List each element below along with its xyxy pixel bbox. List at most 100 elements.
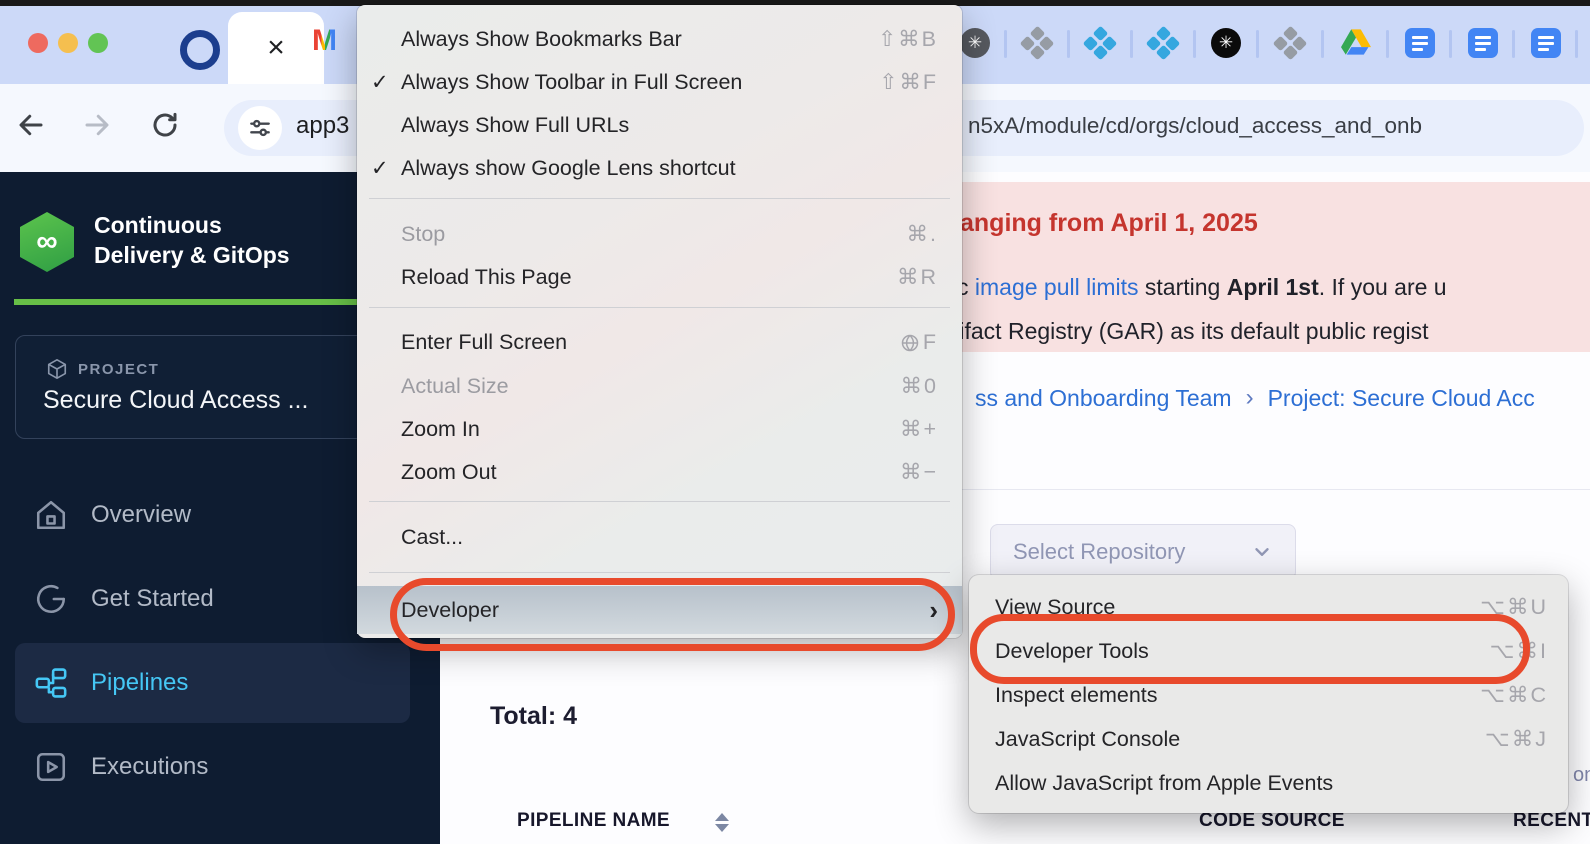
reload-button[interactable] (150, 110, 180, 140)
site-settings-button[interactable] (238, 106, 282, 150)
chatgpt-tab-icon[interactable]: ✳ (1211, 28, 1241, 58)
project-selector-card[interactable]: PROJECT Secure Cloud Access ... (15, 335, 408, 439)
sidebar-item-label: Pipelines (91, 669, 188, 697)
sidebar-item-executions[interactable]: Executions (15, 727, 410, 807)
google-drive-tab-icon[interactable] (1341, 28, 1371, 58)
gmail-tab-icon[interactable]: M (312, 24, 337, 58)
forward-arrow-icon (82, 110, 112, 140)
sort-icon[interactable] (714, 811, 730, 835)
url-text-left: app3 (296, 112, 349, 140)
google-docs-tab-icon[interactable] (1531, 28, 1561, 58)
harness-tab-icon[interactable] (1275, 28, 1305, 58)
tab-separator (1321, 30, 1324, 58)
window-close-button[interactable] (28, 33, 48, 53)
tab-separator (1130, 30, 1133, 58)
menu-item-always-show-bookmarks-bar[interactable]: Always Show Bookmarks Bar ⇧⌘B (357, 18, 962, 61)
menu-item-always-show-google-lens-shortcut[interactable]: ✓ Always show Google Lens shortcut (357, 147, 962, 190)
forward-button[interactable] (82, 110, 112, 140)
chatgpt-tab-icon[interactable]: ✳ (960, 28, 990, 58)
sidebar-item-services[interactable]: Services (15, 826, 410, 844)
menu-item-label: Always Show Toolbar in Full Screen (401, 70, 742, 95)
menu-item-label: Always Show Bookmarks Bar (401, 27, 682, 52)
menu-item-zoom-in[interactable]: Zoom In ⌘+ (357, 408, 962, 451)
banner-link[interactable]: image pull limits (975, 274, 1139, 300)
banner-text: . If you are u (1319, 274, 1447, 300)
banner-text: starting (1139, 274, 1227, 300)
menu-item-zoom-out[interactable]: Zoom Out ⌘− (357, 451, 962, 494)
window-zoom-button[interactable] (88, 33, 108, 53)
harness-icon (1022, 28, 1052, 58)
sidebar-item-label: Get Started (91, 585, 214, 613)
google-docs-tab-icon[interactable] (1405, 28, 1435, 58)
banner-line-2: tifact Registry (GAR) as its default pub… (953, 318, 1429, 345)
menu-shortcut: F (900, 330, 938, 355)
harness-icon (1085, 28, 1115, 58)
menu-item-label: JavaScript Console (995, 727, 1180, 752)
menu-shortcut: ⇧⌘F (879, 70, 938, 95)
docs-icon (1405, 28, 1435, 58)
menu-shortcut: ⌘R (897, 265, 938, 290)
tab-separator (1449, 30, 1452, 58)
repository-select[interactable]: Select Repository (990, 524, 1296, 580)
openai-icon: ✳ (960, 28, 990, 58)
reload-icon (150, 110, 180, 140)
sidebar-item-get-started[interactable]: Get Started (15, 559, 410, 639)
sidebar-item-overview[interactable]: Overview (15, 475, 410, 555)
harness-tab-icon[interactable] (1148, 28, 1178, 58)
sidebar-item-label: Executions (91, 753, 208, 781)
docs-icon (1468, 28, 1498, 58)
menu-item-label: Zoom Out (401, 460, 497, 485)
checkmark-icon: ✓ (371, 156, 389, 181)
tune-icon (247, 115, 273, 141)
window-minimize-button[interactable] (58, 33, 78, 53)
harness-icon (1275, 28, 1305, 58)
column-header-pipeline-name[interactable]: PIPELINE NAME (517, 810, 670, 832)
menu-item-reload-this-page[interactable]: Reload This Page ⌘R (357, 256, 962, 299)
repository-select-value: Select Repository (1013, 539, 1185, 565)
browser-view-menu: Always Show Bookmarks Bar ⇧⌘B ✓ Always S… (357, 5, 962, 638)
tab-separator (1193, 30, 1196, 58)
menu-item-label: Always Show Full URLs (401, 113, 629, 138)
menu-item-label: Stop (401, 222, 445, 247)
column-header-recent: RECENT (1513, 810, 1590, 832)
tab-separator (1256, 30, 1259, 58)
menu-item-cast[interactable]: Cast... (357, 516, 962, 559)
sidebar-item-pipelines[interactable]: Pipelines (15, 643, 410, 723)
menu-item-enter-full-screen[interactable]: Enter Full Screen F (357, 321, 962, 364)
google-docs-tab-icon[interactable] (1468, 28, 1498, 58)
menu-shortcut: ⌥⌘C (1480, 683, 1548, 708)
menu-shortcut: ⌘− (900, 460, 938, 485)
tab-separator (1067, 30, 1070, 58)
annotation-oval-developer (390, 578, 955, 651)
home-icon (33, 497, 69, 533)
active-tab[interactable]: × (228, 12, 324, 84)
menu-item-always-show-toolbar-in-full-screen[interactable]: ✓ Always Show Toolbar in Full Screen ⇧⌘F (357, 61, 962, 104)
annotation-oval-developer-tools (970, 614, 1530, 684)
banner-text-bold: April 1st (1227, 274, 1319, 300)
back-arrow-icon (16, 110, 46, 140)
menu-item-allow-javascript-from-apple-events[interactable]: Allow JavaScript from Apple Events (969, 761, 1568, 805)
tab-separator (1004, 30, 1007, 58)
menu-item-always-show-full-urls[interactable]: Always Show Full URLs (357, 104, 962, 147)
close-tab-icon[interactable]: × (228, 12, 324, 84)
tab-separator (1575, 30, 1578, 58)
breadcrumb-link-org[interactable]: ss and Onboarding Team (975, 385, 1232, 412)
harness-tab-icon[interactable] (1022, 28, 1052, 58)
menu-shortcut: ⌘+ (900, 417, 938, 442)
project-name: Secure Cloud Access ... (43, 386, 308, 415)
menu-item-label: Actual Size (401, 374, 509, 399)
executions-icon (33, 749, 69, 785)
menu-item-javascript-console[interactable]: JavaScript Console ⌥⌘J (969, 717, 1568, 761)
banner-title: anging from April 1, 2025 (960, 209, 1258, 238)
inactive-tab-favicon[interactable] (180, 30, 220, 70)
openai-icon: ✳ (1211, 28, 1241, 58)
checkmark-icon: ✓ (371, 70, 389, 95)
menu-item-label: Cast... (401, 525, 463, 550)
back-button[interactable] (16, 110, 46, 140)
harness-tab-icon[interactable] (1085, 28, 1115, 58)
breadcrumb-link-project[interactable]: Project: Secure Cloud Acc (1268, 385, 1535, 412)
menu-separator (369, 572, 950, 573)
sidebar-item-label: Overview (91, 501, 191, 529)
tab-separator (1512, 30, 1515, 58)
globe-icon (900, 333, 920, 353)
